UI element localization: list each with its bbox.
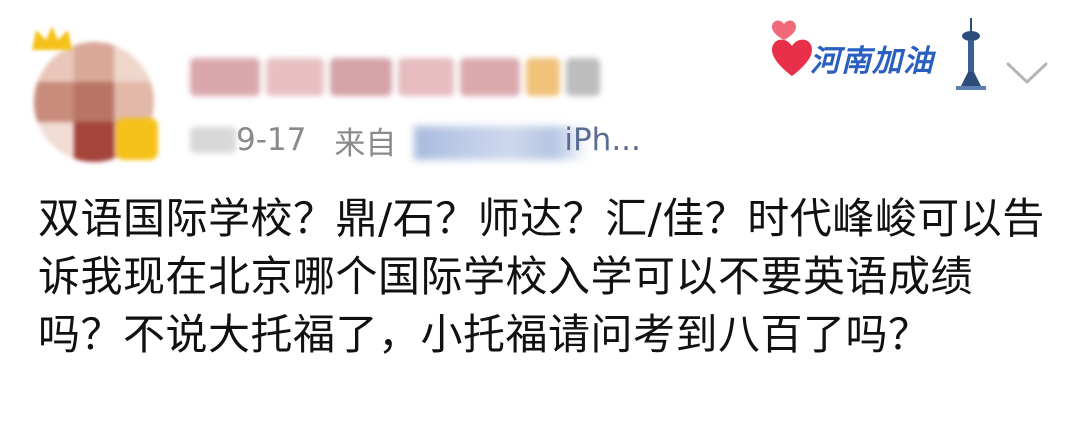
weibo-post: 9-17 来自 iPh... 河南加油 双语国际学校？鼎/石？师达？汇/佳？时代… <box>0 0 1080 433</box>
from-label: 来自 <box>334 125 397 162</box>
member-badge <box>116 118 158 160</box>
crown-icon <box>32 26 72 50</box>
post-date: 9-17 <box>236 122 307 158</box>
post-body: 双语国际学校？鼎/石？师达？汇/佳？时代峰峻可以告诉我现在北京哪个国际学校入学可… <box>38 194 1045 359</box>
badge-label: 河南加油 <box>810 44 934 79</box>
source-link[interactable]: iPh... <box>414 122 641 160</box>
tower-icon <box>956 18 986 90</box>
post-meta: 9-17 来自 iPh... <box>190 118 641 162</box>
source-text: iPh... <box>564 122 641 158</box>
chevron-down-icon[interactable] <box>1004 56 1050 90</box>
date-redacted <box>190 127 236 153</box>
henan-badge[interactable]: 河南加油 <box>770 8 992 90</box>
username[interactable] <box>190 52 610 102</box>
